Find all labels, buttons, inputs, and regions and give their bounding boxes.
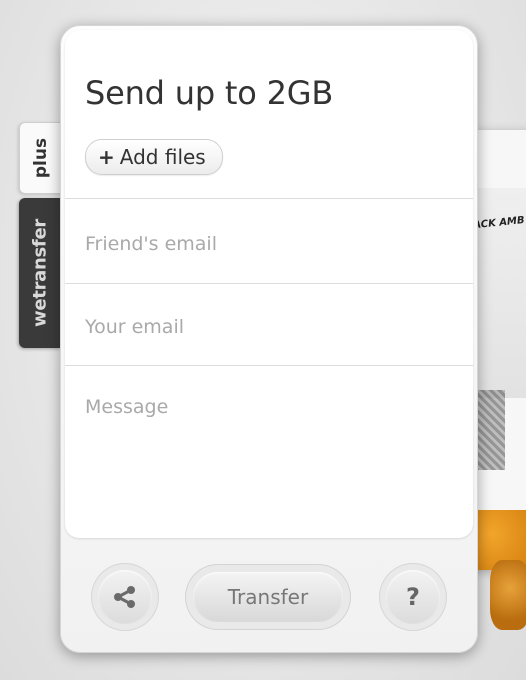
help-icon: ? (406, 583, 420, 611)
share-icon (114, 586, 135, 608)
tab-plus-label: plus (31, 137, 51, 179)
your-email-field[interactable] (85, 313, 455, 341)
add-files-label: Add files (119, 145, 206, 169)
background-pattern (475, 390, 505, 470)
friend-email-field[interactable] (85, 230, 455, 258)
divider (65, 283, 473, 284)
add-files-button[interactable]: + Add files (85, 139, 223, 175)
divider (65, 365, 473, 366)
message-field[interactable] (85, 396, 455, 506)
plus-icon: + (98, 145, 115, 169)
transfer-panel: Send up to 2GB + Add files Transfer ? (60, 25, 478, 653)
help-button[interactable]: ? (386, 570, 440, 624)
wetransfer-logo: wetransfer (29, 219, 51, 327)
tab-plus[interactable]: plus (19, 122, 62, 194)
panel-title: Send up to 2GB (85, 74, 334, 112)
transfer-button[interactable]: Transfer (193, 572, 343, 622)
transfer-form: Send up to 2GB + Add files (65, 30, 473, 538)
tab-wetransfer[interactable]: wetransfer (19, 198, 61, 348)
divider (65, 198, 473, 199)
background-orange-bottom (490, 560, 526, 630)
share-button[interactable] (98, 570, 152, 624)
